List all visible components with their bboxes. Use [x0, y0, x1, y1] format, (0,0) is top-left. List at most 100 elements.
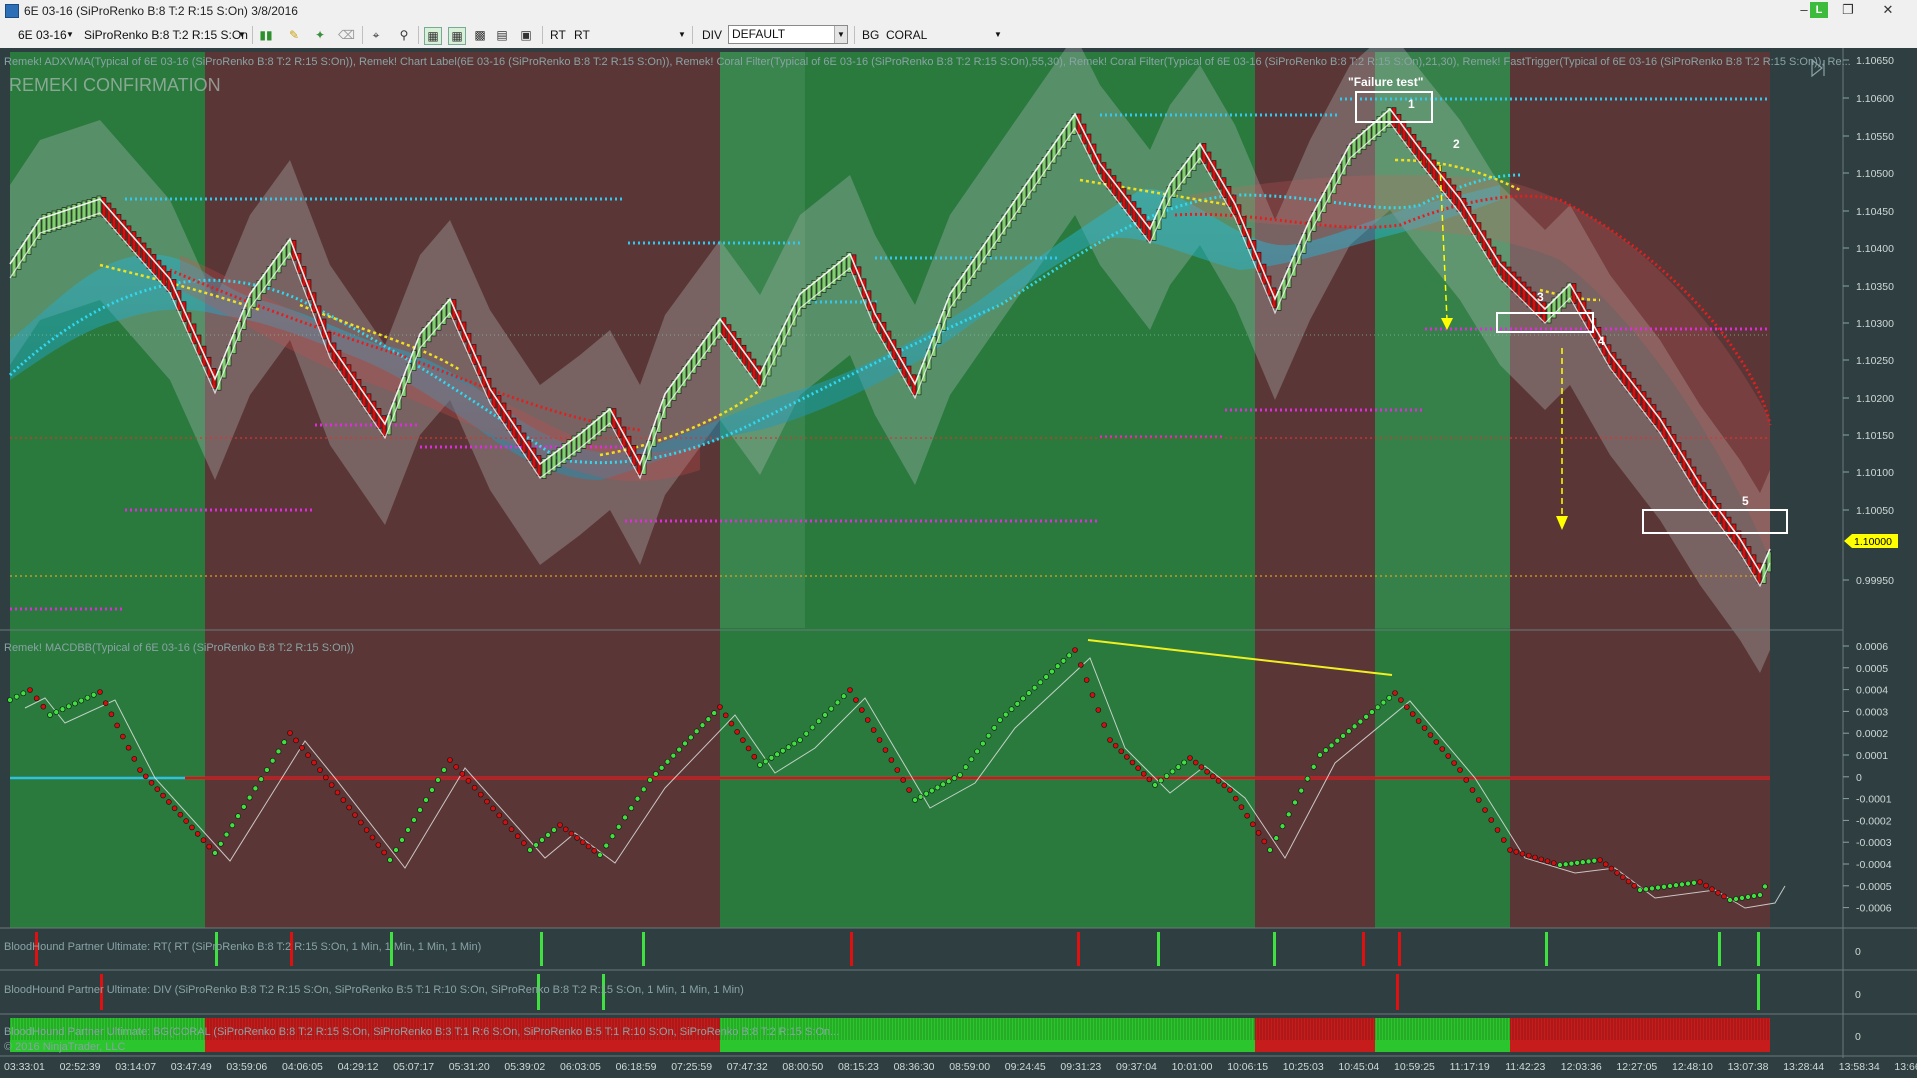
macd-dot — [1415, 718, 1422, 724]
macd-dot — [1351, 723, 1358, 730]
chevron-down-icon[interactable]: ▼ — [678, 26, 686, 44]
div-selector[interactable]: DEFAULT ▼ — [728, 25, 848, 44]
macd-dot — [1482, 807, 1488, 813]
macd-dot — [120, 733, 126, 740]
macd-dot — [876, 737, 883, 743]
indicators-icon[interactable]: ▦ — [424, 27, 442, 45]
instrument-selector[interactable]: 6E 03-16 — [18, 26, 67, 44]
link-badge[interactable]: L — [1810, 2, 1828, 18]
macd-dot — [194, 831, 201, 837]
restore-icon[interactable]: ❐ — [1834, 0, 1862, 20]
renko-bar — [151, 254, 157, 275]
renko-bar — [536, 455, 542, 476]
macd-dot — [1488, 817, 1495, 823]
zoom-icon[interactable]: ⚲ — [396, 27, 412, 43]
app-icon — [5, 4, 19, 18]
time-axis-label: 11:42:23 — [1505, 1061, 1545, 1073]
div-selector-value: DEFAULT — [732, 27, 786, 41]
price-axis-tick: 1.10600 — [1856, 93, 1894, 105]
macd-dot — [1140, 770, 1147, 777]
chevron-down-icon[interactable]: ▼ — [238, 26, 246, 44]
macd-dot — [1655, 884, 1661, 891]
macd-dot — [1451, 760, 1457, 766]
bar-style-icon[interactable]: ▮▮ — [258, 27, 274, 43]
time-axis-label: 03:47:49 — [171, 1061, 212, 1073]
draw-pencil-icon[interactable]: ✎ — [286, 27, 302, 43]
macd-dot — [1685, 880, 1691, 887]
time-axis-label: 07:25:59 — [671, 1061, 712, 1073]
macd-dot — [496, 812, 503, 819]
macd-dot — [1124, 754, 1130, 760]
renko-bar — [116, 214, 122, 235]
renko-bar — [1416, 140, 1422, 162]
macd-dot — [1198, 764, 1205, 770]
chevron-down-icon[interactable]: ▼ — [66, 26, 74, 44]
macd-dot — [399, 837, 405, 843]
macd-dot — [597, 852, 603, 858]
chevron-down-icon[interactable]: ▼ — [994, 26, 1002, 44]
chart-area[interactable]: 1.10650 1.10600 1.10550 1.10500 1.10450 1.104… — [0, 48, 1917, 1078]
macd-dot — [72, 700, 78, 707]
macd-dot — [1715, 889, 1721, 896]
chart-properties-icon[interactable]: ▩ — [472, 27, 488, 43]
time-axis-label: 10:06:15 — [1227, 1061, 1268, 1073]
pin-icon[interactable]: ✦ — [312, 27, 328, 43]
macd-dot — [235, 813, 241, 819]
strategies-icon[interactable]: ▦ — [448, 27, 466, 45]
macd-dot — [822, 712, 828, 718]
macd-dot — [1721, 893, 1727, 900]
bar-type-selector[interactable]: SiProRenko B:8 T:2 R:15 S:On — [84, 26, 248, 44]
eraser-icon[interactable]: ⌫ — [338, 27, 355, 43]
chevron-down-icon[interactable]: ▼ — [834, 26, 847, 43]
renko-bar — [756, 365, 762, 387]
rt-axis-zero: 0 — [1855, 946, 1861, 958]
macd-dot — [957, 772, 963, 778]
time-axis-label: 08:36:30 — [894, 1061, 935, 1073]
macd-dot — [1267, 847, 1273, 853]
macd-axis-tick: 0.0004 — [1856, 685, 1888, 697]
macd-dot — [323, 774, 329, 781]
macd-dot — [568, 830, 575, 837]
crosshair-icon[interactable]: ⌖ — [368, 27, 384, 43]
macd-dot — [305, 752, 311, 759]
bg-selector[interactable]: CORAL — [886, 26, 998, 44]
renko-bar — [1136, 207, 1142, 229]
macd-dot — [1557, 862, 1563, 868]
macd-dot — [603, 842, 610, 849]
macd-dot — [1469, 787, 1476, 793]
macd-dot — [622, 814, 628, 821]
macd-dot — [945, 778, 952, 785]
macd-dot — [142, 773, 149, 780]
macd-dot — [912, 797, 918, 803]
rt-selector[interactable]: RT — [574, 26, 686, 44]
macd-dot — [551, 827, 557, 833]
renko-bar — [1406, 127, 1412, 148]
macd-dot — [299, 744, 305, 751]
rt-signal-down — [1077, 932, 1080, 966]
macd-dot — [1031, 684, 1038, 691]
price-axis-tick: 1.10650 — [1856, 55, 1894, 67]
macd-dot — [1261, 838, 1268, 845]
close-icon[interactable]: ✕ — [1874, 0, 1902, 20]
templates-icon[interactable]: ▣ — [518, 27, 534, 43]
time-axis-label: 10:59:25 — [1394, 1061, 1435, 1073]
macd-dot — [962, 764, 969, 770]
macd-dot — [557, 822, 563, 828]
time-axis-label: 07:47:32 — [727, 1061, 768, 1073]
renko-bar — [1431, 159, 1437, 181]
data-box-icon[interactable]: ▤ — [494, 27, 510, 43]
macd-dot — [968, 756, 975, 763]
macd-dot — [609, 833, 616, 840]
macd-dot — [1227, 787, 1233, 793]
renko-bar — [156, 259, 162, 281]
macd-dot — [1703, 882, 1709, 889]
renko-bar — [1506, 266, 1512, 288]
renko-bar — [1646, 397, 1652, 419]
macd-dot — [1673, 882, 1679, 889]
macd-dot — [894, 767, 901, 773]
renko-bar — [161, 265, 167, 287]
macd-dot — [1507, 847, 1513, 853]
macd-dot — [217, 840, 224, 847]
macd-dot — [1322, 747, 1329, 754]
macd-dot — [514, 833, 521, 839]
